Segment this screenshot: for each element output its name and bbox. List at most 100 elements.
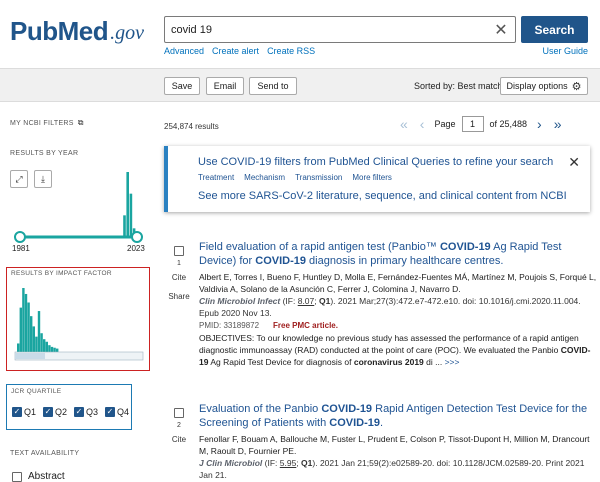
quartile-q1[interactable]: ✓ Q1 <box>12 407 36 417</box>
result-number: 2 <box>177 422 181 429</box>
close-icon[interactable]: ✕ <box>568 154 580 171</box>
results-by-year-chart[interactable] <box>0 162 155 250</box>
impact-range-handle <box>15 353 45 359</box>
action-bar: Save Email Send to Sorted by: Best match… <box>0 68 600 102</box>
title-part: Evaluation of the Panbio <box>199 403 322 415</box>
share-button[interactable]: Share <box>164 292 194 301</box>
logo-pub: Pub <box>10 15 58 46</box>
impact-factor-chart[interactable] <box>11 280 147 368</box>
pubmed-logo[interactable]: Pub Med .gov <box>10 14 144 48</box>
result-authors: Fenollar F, Bouam A, Ballouche M, Fuster… <box>199 434 590 456</box>
more-filters-link[interactable]: More filters <box>352 173 392 182</box>
page-label: Page <box>434 119 456 129</box>
impact-bar <box>50 346 54 352</box>
impact-bar <box>24 293 28 352</box>
journal-name: J Clin Microbiol <box>199 458 263 468</box>
result-controls: 1 Cite Share <box>164 240 194 301</box>
if-prefix: (IF: <box>280 296 298 306</box>
quartile-q4[interactable]: ✓ Q4 <box>105 407 129 417</box>
quartile-q2[interactable]: ✓ Q2 <box>43 407 67 417</box>
results-count: 254,874 results <box>164 122 219 131</box>
if-prefix: (IF: <box>262 458 280 468</box>
results-by-year-label: RESULTS BY YEAR <box>10 150 79 157</box>
pmid: PMID: 33189872 <box>199 321 260 330</box>
quartile-label: Q1 <box>24 407 37 417</box>
sidebar: MY NCBI FILTERS ⧉ RESULTS BY YEAR ⤢ ⤓ 198… <box>0 102 155 482</box>
treatment-link[interactable]: Treatment <box>198 173 234 182</box>
impact-bar <box>19 307 22 352</box>
banner-accent <box>164 146 168 212</box>
covid-banner: Use COVID-19 filters from PubMed Clinica… <box>164 146 590 212</box>
impact-bar <box>56 348 59 352</box>
search-button[interactable]: Search <box>521 16 588 43</box>
banner-ncbi-link[interactable]: See more SARS-CoV-2 literature, sequence… <box>198 190 567 202</box>
logo-gov: .gov <box>110 21 144 44</box>
impact-bar <box>22 288 25 352</box>
mechanism-link[interactable]: Mechanism <box>244 173 285 182</box>
cite-button[interactable]: Cite <box>164 273 194 282</box>
more-link[interactable]: >>> <box>442 357 460 367</box>
impact-factor-label: RESULTS BY IMPACT FACTOR <box>11 270 112 277</box>
quartile-q3[interactable]: ✓ Q3 <box>74 407 98 417</box>
create-alert-link[interactable]: Create alert <box>212 46 259 56</box>
create-rss-link[interactable]: Create RSS <box>267 46 315 56</box>
title-highlight: COVID-19 <box>255 255 306 267</box>
user-guide-link[interactable]: User Guide <box>542 46 588 56</box>
checkbox-checked-icon: ✓ <box>105 407 115 417</box>
result-citation: J Clin Microbiol (IF: 5.95; Q1). 2021 Ja… <box>199 457 599 481</box>
prev-page-icon[interactable]: ‹ <box>420 117 425 131</box>
page-total: of 25,488 <box>489 119 528 129</box>
external-link-icon: ⧉ <box>77 118 84 127</box>
impact-bar <box>35 336 38 352</box>
last-page-icon[interactable]: » <box>554 117 562 131</box>
checkbox-icon <box>12 471 22 482</box>
email-button[interactable]: Email <box>206 77 244 95</box>
title-highlight: COVID-19 <box>439 241 491 253</box>
impact-factor-value[interactable]: 5.95 <box>280 458 297 468</box>
result-checkbox[interactable] <box>174 408 184 418</box>
search-input[interactable] <box>171 21 481 39</box>
close-icon[interactable]: ✕ <box>491 20 511 40</box>
quartile-label: Q4 <box>117 407 130 417</box>
impact-bar <box>17 343 20 352</box>
gear-icon: ⚙ <box>571 80 582 93</box>
free-pmc-badge: Free PMC article. <box>273 321 338 330</box>
year-bar <box>126 172 129 237</box>
page-input[interactable]: 1 <box>461 116 484 132</box>
send-to-button[interactable]: Send to <box>249 77 297 95</box>
impact-factor-panel: RESULTS BY IMPACT FACTOR <box>6 267 150 371</box>
result-checkbox[interactable] <box>174 246 184 256</box>
impact-bar <box>40 333 43 352</box>
transmission-link[interactable]: Transmission <box>295 173 342 182</box>
impact-bar <box>30 316 33 352</box>
my-ncbi-filters[interactable]: MY NCBI FILTERS ⧉ <box>10 118 84 128</box>
display-options-button[interactable]: Display options ⚙ <box>500 77 588 95</box>
save-button[interactable]: Save <box>164 77 200 95</box>
search-sub-links: Advanced Create alert Create RSS <box>164 46 315 56</box>
banner-title-link[interactable]: Use COVID-19 filters from PubMed Clinica… <box>198 156 553 168</box>
my-ncbi-filters-label: MY NCBI FILTERS <box>10 120 74 127</box>
title-highlight: COVID-19 <box>321 403 373 415</box>
year-start-handle <box>14 231 26 243</box>
checkbox-checked-icon: ✓ <box>74 407 84 417</box>
next-page-icon[interactable]: › <box>537 117 542 131</box>
title-part: Field evaluation of a rapid antigen test… <box>199 241 440 253</box>
result-title-link[interactable]: Evaluation of the Panbio COVID-19 Rapid … <box>199 402 599 430</box>
abstract-label: Abstract <box>28 471 65 482</box>
impact-factor-value[interactable]: 8.07 <box>298 296 315 306</box>
quartile-badge: Q1 <box>319 296 331 306</box>
result-title-link[interactable]: Field evaluation of a rapid antigen test… <box>199 240 599 268</box>
title-part: diagnosis in primary healthcare centres. <box>306 255 504 267</box>
cite-button[interactable]: Cite <box>164 435 194 444</box>
logo-med-box: Med <box>58 16 109 47</box>
logo-med: Med <box>57 15 109 46</box>
sort-selector[interactable]: Sorted by: Best match <box>414 81 503 91</box>
result-snippet: OBJECTIVES: To our knowledge no previous… <box>199 332 599 368</box>
impact-bar <box>27 302 30 352</box>
result-controls: 2 Cite <box>164 402 194 444</box>
abstract-filter[interactable]: Abstract <box>12 471 65 482</box>
banner-links: Treatment Mechanism Transmission More fi… <box>198 173 392 182</box>
first-page-icon[interactable]: « <box>400 117 408 131</box>
journal-name: Clin Microbiol Infect <box>199 296 281 306</box>
advanced-link[interactable]: Advanced <box>164 46 204 56</box>
